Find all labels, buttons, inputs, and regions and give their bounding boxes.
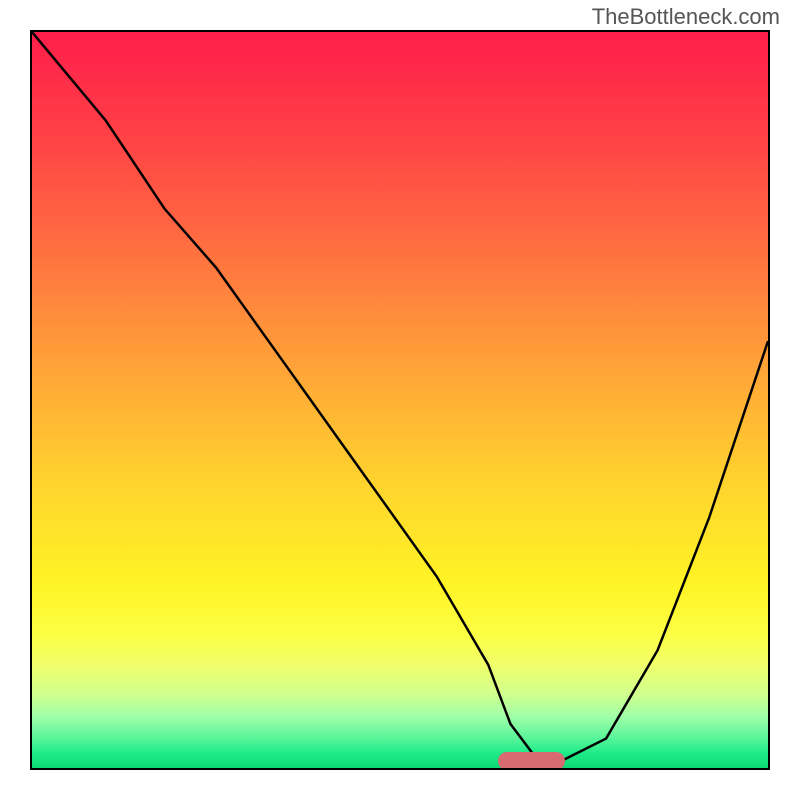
chart-plot-area	[30, 30, 770, 770]
bottleneck-curve-path	[32, 32, 768, 761]
bottleneck-curve-svg	[32, 32, 768, 768]
watermark-text: TheBottleneck.com	[592, 4, 780, 30]
optimal-range-marker	[498, 752, 565, 770]
